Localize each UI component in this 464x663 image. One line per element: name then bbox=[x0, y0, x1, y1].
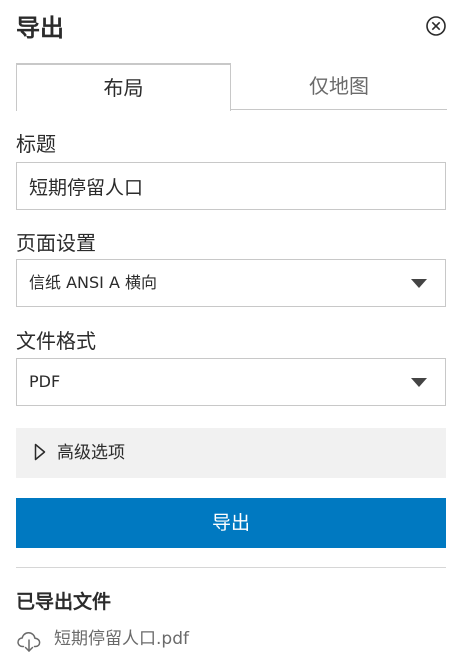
export-panel: 导出 布局 仅地图 标题 页面设置 信纸 ANSI A 横向 文件格式 PDF … bbox=[0, 0, 464, 663]
export-tabs: 布局 仅地图 bbox=[16, 63, 447, 111]
chevron-down-icon bbox=[411, 279, 427, 288]
file-format-value: PDF bbox=[29, 372, 61, 391]
page-setup-value: 信纸 ANSI A 横向 bbox=[29, 273, 157, 292]
close-button[interactable] bbox=[424, 14, 448, 38]
panel-header: 导出 bbox=[16, 12, 448, 48]
cloud-download-icon bbox=[17, 632, 41, 652]
title-label: 标题 bbox=[16, 132, 56, 156]
export-button[interactable]: 导出 bbox=[16, 498, 446, 548]
chevron-down-icon bbox=[411, 378, 427, 387]
page-setup-select[interactable]: 信纸 ANSI A 横向 bbox=[16, 259, 446, 307]
page-setup-label: 页面设置 bbox=[16, 231, 96, 255]
title-input[interactable] bbox=[16, 162, 446, 210]
divider bbox=[16, 567, 446, 568]
exported-file-item[interactable]: 短期停留人口.pdf bbox=[16, 625, 446, 655]
tab-map-only[interactable]: 仅地图 bbox=[231, 63, 447, 110]
triangle-right-icon bbox=[34, 443, 46, 461]
panel-title: 导出 bbox=[16, 14, 64, 42]
tab-layout[interactable]: 布局 bbox=[16, 63, 231, 111]
exported-files-title: 已导出文件 bbox=[16, 591, 112, 613]
exported-file-name: 短期停留人口.pdf bbox=[54, 629, 189, 649]
file-format-select[interactable]: PDF bbox=[16, 358, 446, 406]
advanced-options-label: 高级选项 bbox=[57, 443, 125, 463]
close-circle-icon bbox=[426, 16, 446, 36]
advanced-options-toggle[interactable]: 高级选项 bbox=[16, 428, 446, 478]
file-format-label: 文件格式 bbox=[16, 329, 96, 353]
